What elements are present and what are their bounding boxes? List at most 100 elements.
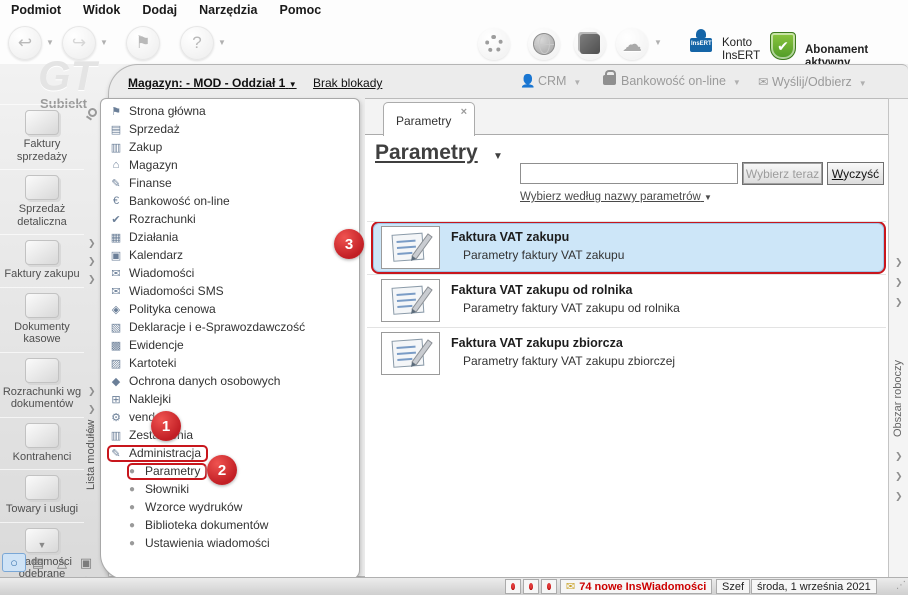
parameter-row[interactable]: Faktura VAT zakupu od rolnika Parametry … [367,274,886,327]
back-button[interactable]: ↩ [8,26,42,60]
tree-item[interactable]: ▥ Zestawienia [101,426,359,444]
module-item[interactable]: Faktury zakupu [0,234,84,287]
row-separator [367,327,886,328]
parameter-search-input[interactable] [520,163,738,184]
tree-item[interactable]: ◆ Ochrona danych osobowych [101,372,359,390]
crm-menu[interactable]: 👤 [520,74,536,89]
module-item[interactable]: Rozrachunki wg dokumentów [0,351,84,417]
page-title[interactable]: Parametry [375,141,478,165]
cloud-icon: ☁ [622,33,642,56]
tree-item[interactable]: ⌂ Magazyn [101,156,359,174]
menu-item[interactable]: Podmiot [0,0,72,22]
konto-insert-label[interactable]: Konto InsERT [722,37,760,63]
abonament-button[interactable]: ✔ [770,32,796,60]
user-status[interactable]: Szef [716,579,751,594]
parameter-row[interactable]: Faktura VAT zakupu zbiorcza Parametry fa… [367,327,886,380]
clear-button[interactable]: Wyczyść [827,162,884,185]
messages-status[interactable]: ✉ 74 nowe InsWiadomości [560,579,713,594]
crm-label[interactable]: CRM ▼ [538,74,581,88]
module-item[interactable]: Kontrahenci [0,416,84,470]
brak-blokady-link[interactable]: Brak blokady [313,76,382,90]
quick-icon-basket[interactable]: △ [50,553,74,572]
tree-item-icon: ▨ [110,357,122,370]
tree-item[interactable]: ▦ Działania [101,228,359,246]
cloud-dropdown-caret[interactable]: ▼ [654,38,662,47]
tree-item-icon: ⚙ [111,411,121,424]
tree-item[interactable]: € Bankowość on-line [101,192,359,210]
chevron-right-icon[interactable]: ❯ [88,274,96,285]
forward-dropdown-caret[interactable]: ▼ [100,38,108,47]
resize-grip-icon[interactable]: ⋰ [896,580,906,591]
tree-subitem[interactable]: ● Wzorce wydruków [101,498,359,516]
tree-item[interactable]: ⚙ vendero [101,408,359,426]
tree-item[interactable]: ▨ Kartoteki [101,354,359,372]
menu-item[interactable]: Narzędzia [188,0,268,22]
tab-close-icon[interactable]: × [461,106,467,118]
chevron-right-icon[interactable]: ❯ [895,451,903,462]
status-indicator[interactable] [541,579,557,594]
chevron-right-icon[interactable]: ❯ [88,404,96,415]
tree-item[interactable]: ⚑ Strona główna [101,102,359,120]
tree-item[interactable]: ✔ Rozrachunki [101,210,359,228]
online-services-button[interactable] [528,28,560,60]
tree-item-icon: ◈ [111,303,121,316]
module-item[interactable]: Dokumenty kasowe [0,286,84,352]
cloud-data-button[interactable]: ☁ [616,28,648,60]
chevron-right-icon[interactable]: ❯ [88,256,96,267]
status-indicator[interactable] [523,579,539,594]
tree-item[interactable]: ▤ Sprzedaż [101,120,359,138]
tab-parametry[interactable]: Parametry × [383,102,475,136]
tree-item[interactable]: ▥ Zakup [101,138,359,156]
quick-icon-sales[interactable]: ▤ [26,553,50,572]
title-caret-icon[interactable]: ▼ [493,151,503,162]
row-separator [367,274,886,275]
tree-item[interactable]: ✉ Wiadomości SMS [101,282,359,300]
quick-icon-active[interactable]: ○ [2,553,26,572]
magazyn-selector[interactable]: Magazyn: - MOD - Oddział 1 ▼ [128,76,297,90]
tree-subitem[interactable]: ● Biblioteka dokumentów [101,516,359,534]
chevron-right-icon[interactable]: ❯ [88,386,96,397]
konto-insert-button[interactable]: InsERT [690,28,712,52]
menu-item[interactable]: Widok [72,0,131,22]
tree-item[interactable]: ▩ Ewidencje [101,336,359,354]
help-dropdown-caret[interactable]: ▼ [218,38,226,47]
back-dropdown-caret[interactable]: ▼ [46,38,54,47]
chevron-right-icon[interactable]: ❯ [88,422,96,433]
menu-item[interactable]: Pomoc [268,0,332,22]
parameter-row[interactable]: Faktura VAT zakupu Parametry faktury VAT… [367,221,886,274]
bank-menu[interactable]: Bankowość on-line ▼ [603,70,741,88]
processes-button[interactable] [478,28,510,60]
help-icon: ? [192,33,202,52]
chevron-right-icon[interactable]: ❯ [88,238,96,249]
menu-item[interactable]: Dodaj [131,0,188,22]
module-label: Dokumenty kasowe [14,320,70,346]
modules-more-caret[interactable]: ▼ [0,540,84,550]
chevron-right-icon[interactable]: ❯ [895,491,903,502]
pin-icon[interactable] [88,108,97,117]
chevron-right-icon[interactable]: ❯ [895,297,903,308]
tree-item[interactable]: ✎ Finanse [101,174,359,192]
tree-item[interactable]: ✉ Wiadomości [101,264,359,282]
tree-item[interactable]: ⊞ Naklejki [101,390,359,408]
status-indicator[interactable] [505,579,521,594]
filter-by-name-link[interactable]: Wybierz według nazwy parametrów ▼ [520,191,712,203]
choose-now-button[interactable]: Wybierz teraz [742,162,823,185]
chevron-right-icon[interactable]: ❯ [895,471,903,482]
module-item[interactable]: Faktury sprzedaży [0,104,84,169]
send-receive-menu[interactable]: ✉ Wyślij/Odbierz ▼ [758,74,867,89]
workspace-side-strip[interactable]: ❯ ❯ ❯ Obszar roboczy ❯ ❯ ❯ [888,98,908,578]
chevron-right-icon[interactable]: ❯ [895,257,903,268]
module-item[interactable]: Sprzedaż detaliczna [0,169,84,234]
flag-icon: ⚑ [135,33,151,52]
module-item[interactable]: Towary i usługi [0,469,84,522]
tree-subitem[interactable]: ● Ustawienia wiadomości [101,534,359,552]
annotation-circle-2: 2 [207,455,237,485]
filter-caret-icon: ▼ [703,193,712,202]
chevron-right-icon[interactable]: ❯ [895,277,903,288]
tree-item[interactable]: ◈ Polityka cenowa [101,300,359,318]
tree-item[interactable]: ▣ Kalendarz [101,246,359,264]
help-button[interactable]: ? [180,26,214,60]
tree-item[interactable]: ▧ Deklaracje i e-Sprawozdawczość [101,318,359,336]
flag-button[interactable]: ⚑ [126,26,160,60]
package-button[interactable] [574,28,606,60]
